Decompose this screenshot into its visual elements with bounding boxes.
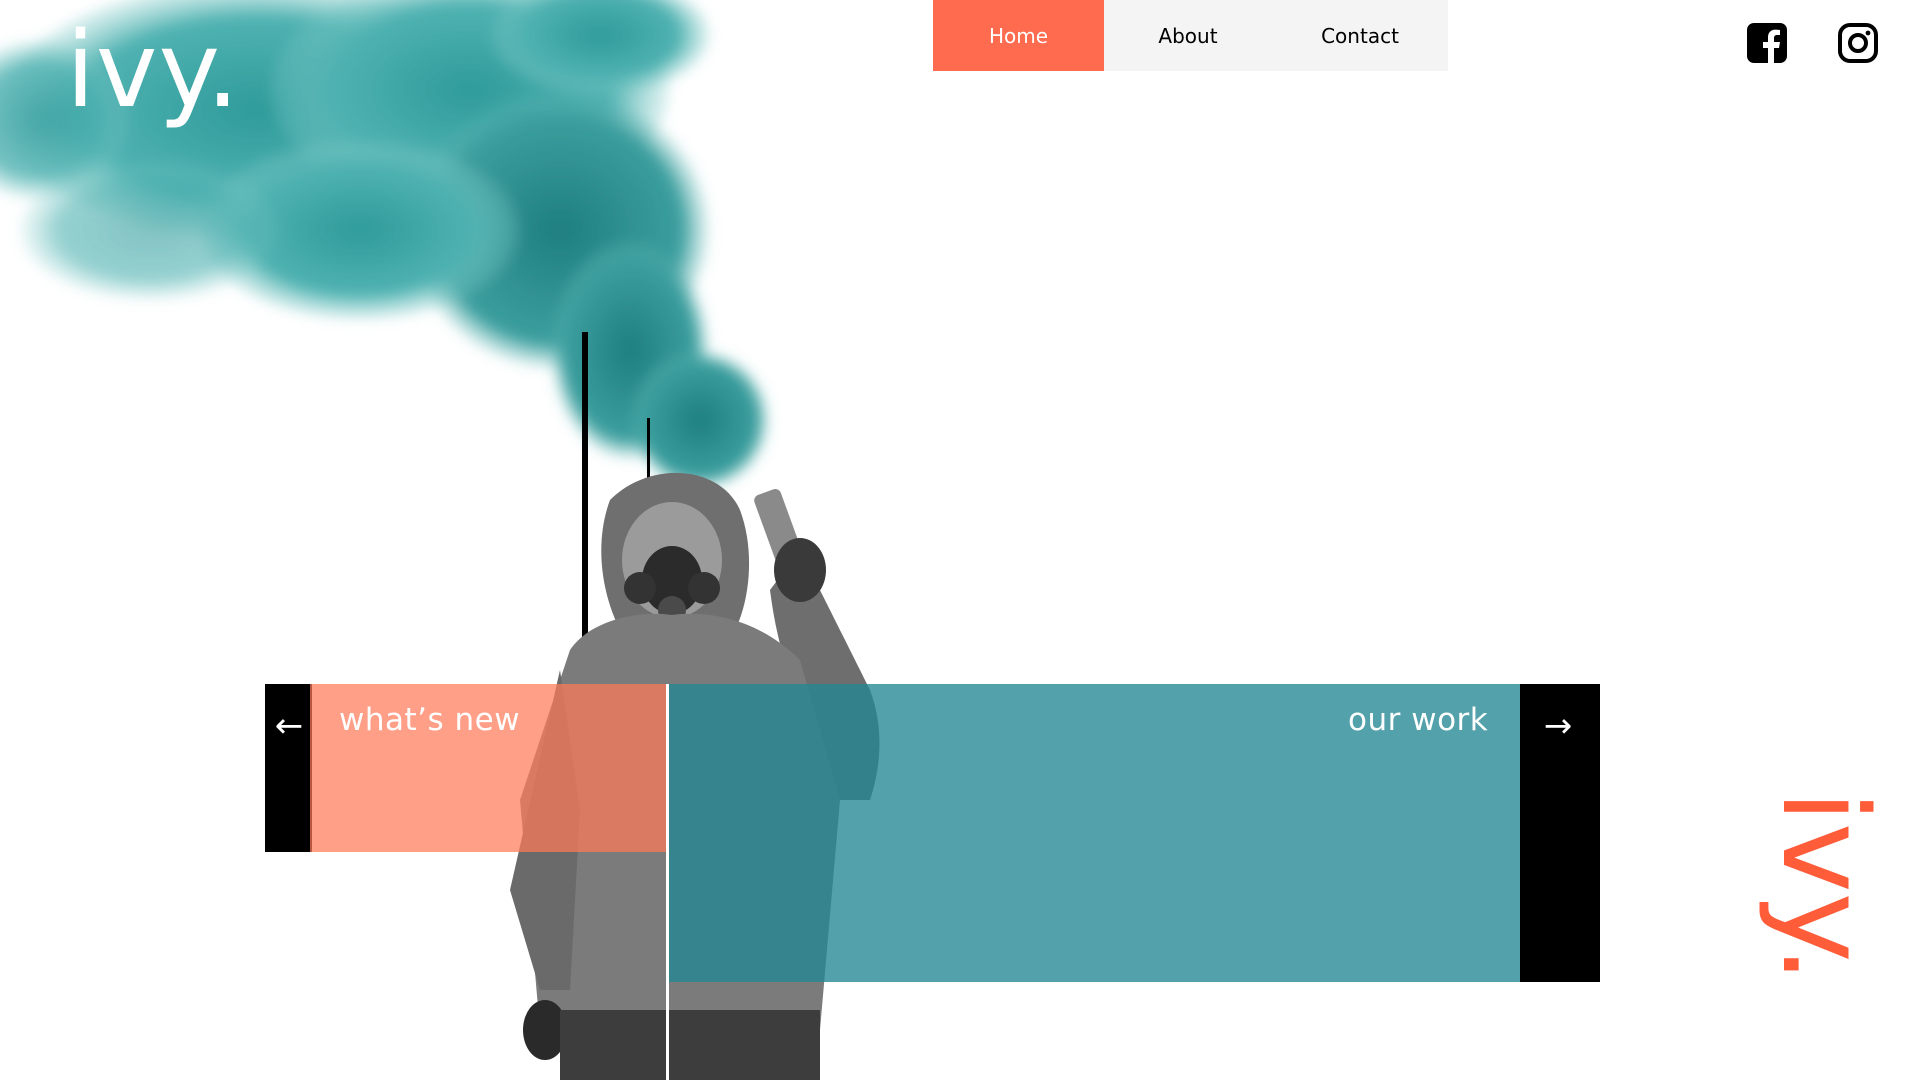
side-logo-container: ivy. bbox=[1756, 790, 1894, 990]
side-logo: ivy. bbox=[1756, 790, 1894, 984]
facebook-icon[interactable] bbox=[1746, 22, 1788, 64]
nav-contact[interactable]: Contact bbox=[1272, 0, 1448, 71]
our-work-label[interactable]: our work bbox=[1348, 702, 1488, 738]
whats-new-label[interactable]: what’s new bbox=[339, 702, 520, 738]
arrow-right-icon[interactable]: → bbox=[1536, 706, 1580, 746]
arrow-left-icon[interactable]: ← bbox=[267, 706, 311, 746]
nav-home[interactable]: Home bbox=[933, 0, 1104, 71]
instagram-icon[interactable] bbox=[1837, 22, 1879, 64]
nav-about[interactable]: About bbox=[1104, 0, 1272, 71]
brand-logo[interactable]: ivy. bbox=[66, 18, 240, 122]
panel-divider bbox=[666, 684, 669, 1080]
main-nav: Home About Contact bbox=[933, 0, 1448, 71]
